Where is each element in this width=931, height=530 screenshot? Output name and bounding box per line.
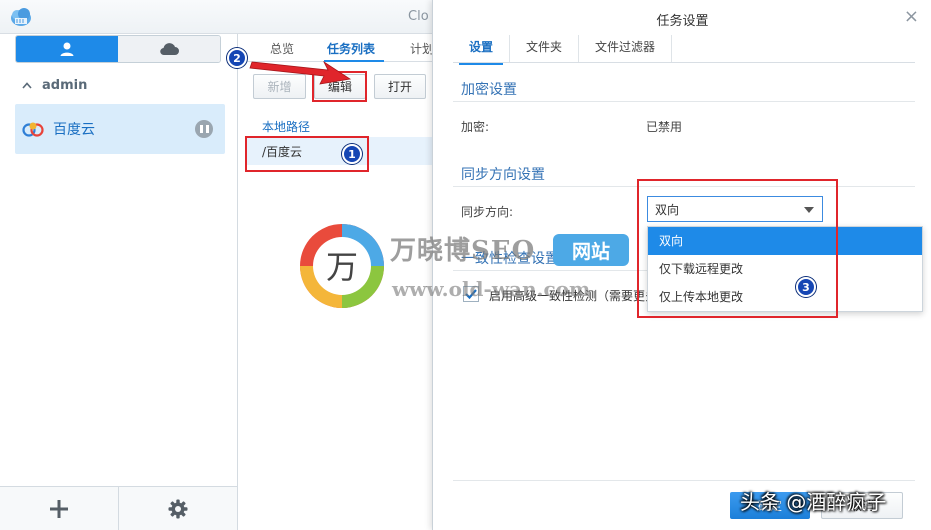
add-connection-button[interactable] [0, 487, 118, 530]
baidu-cloud-icon [22, 122, 44, 137]
sync-direction-section-title: 同步方向设置 [461, 167, 545, 183]
plus-icon [50, 499, 68, 518]
cloud-sync-app-icon [11, 8, 31, 26]
open-task-button[interactable]: 打开 [374, 74, 426, 99]
option-upload-only[interactable]: 仅上传本地更改 [648, 283, 922, 311]
dialog-tabs: 设置 文件夹 文件过滤器 [453, 35, 915, 65]
sync-direction-select[interactable]: 双向 [647, 196, 823, 222]
pause-icon-bar [199, 125, 203, 133]
watermark-site-url: www.old-wan.com [392, 277, 591, 301]
tab-file-filter[interactable]: 文件过滤器 [579, 35, 673, 62]
tab-schedule[interactable]: 计划 [410, 40, 434, 57]
local-path-column-header: 本地路径 [262, 120, 311, 134]
sync-direction-selected-value: 双向 [655, 202, 680, 217]
user-view-button[interactable] [16, 36, 118, 62]
gear-icon [168, 499, 188, 518]
option-download-only[interactable]: 仅下载远程更改 [648, 255, 922, 283]
step-badge-3: 3 [796, 277, 816, 297]
user-icon [60, 42, 74, 56]
watermark-author-credit: 头条 @酒醉疯子 [740, 490, 887, 514]
chevron-up-icon [22, 82, 32, 89]
settings-button[interactable] [118, 487, 237, 530]
encryption-value: 已禁用 [646, 120, 683, 134]
window-title: Clo [408, 9, 429, 24]
cloud-view-button[interactable] [118, 36, 220, 62]
watermark-logo-glyph: 万 [326, 248, 358, 286]
account-group-header[interactable]: admin [22, 78, 87, 93]
watermark-logo-icon: 万 [300, 224, 384, 308]
section-divider [453, 101, 915, 102]
account-name: admin [42, 78, 88, 93]
close-icon[interactable]: × [904, 6, 919, 27]
encryption-section-title: 加密设置 [461, 82, 517, 98]
watermark-site-badge: 网站 [553, 234, 629, 266]
watermark-site-text: 万晓博SEO [390, 236, 536, 266]
cloud-icon [160, 43, 179, 56]
local-path-cell: /百度云 [262, 144, 303, 159]
view-switcher [15, 35, 221, 63]
sidebar-footer [0, 486, 237, 530]
tab-settings[interactable]: 设置 [453, 35, 511, 65]
sync-direction-options: 双向 仅下载远程更改 仅上传本地更改 [647, 226, 923, 312]
option-two-way[interactable]: 双向 [648, 227, 922, 255]
chevron-down-icon [804, 207, 814, 213]
table-row[interactable]: /百度云 [246, 137, 434, 165]
tab-folders[interactable]: 文件夹 [510, 35, 580, 62]
pause-sync-button[interactable] [195, 120, 213, 138]
pause-icon-bar [205, 125, 209, 133]
connection-label: 百度云 [53, 122, 95, 138]
step-badge-1: 1 [342, 144, 362, 164]
pointer-arrow-icon [249, 60, 352, 85]
connection-item-baidu[interactable]: 百度云 [15, 104, 225, 154]
section-divider [453, 186, 915, 187]
encryption-label: 加密: [461, 120, 490, 134]
sidebar: admin 百度云 [0, 34, 238, 530]
sync-direction-label: 同步方向: [461, 205, 514, 219]
dialog-title: 任务设置 [656, 14, 709, 29]
footer-divider [453, 480, 915, 481]
